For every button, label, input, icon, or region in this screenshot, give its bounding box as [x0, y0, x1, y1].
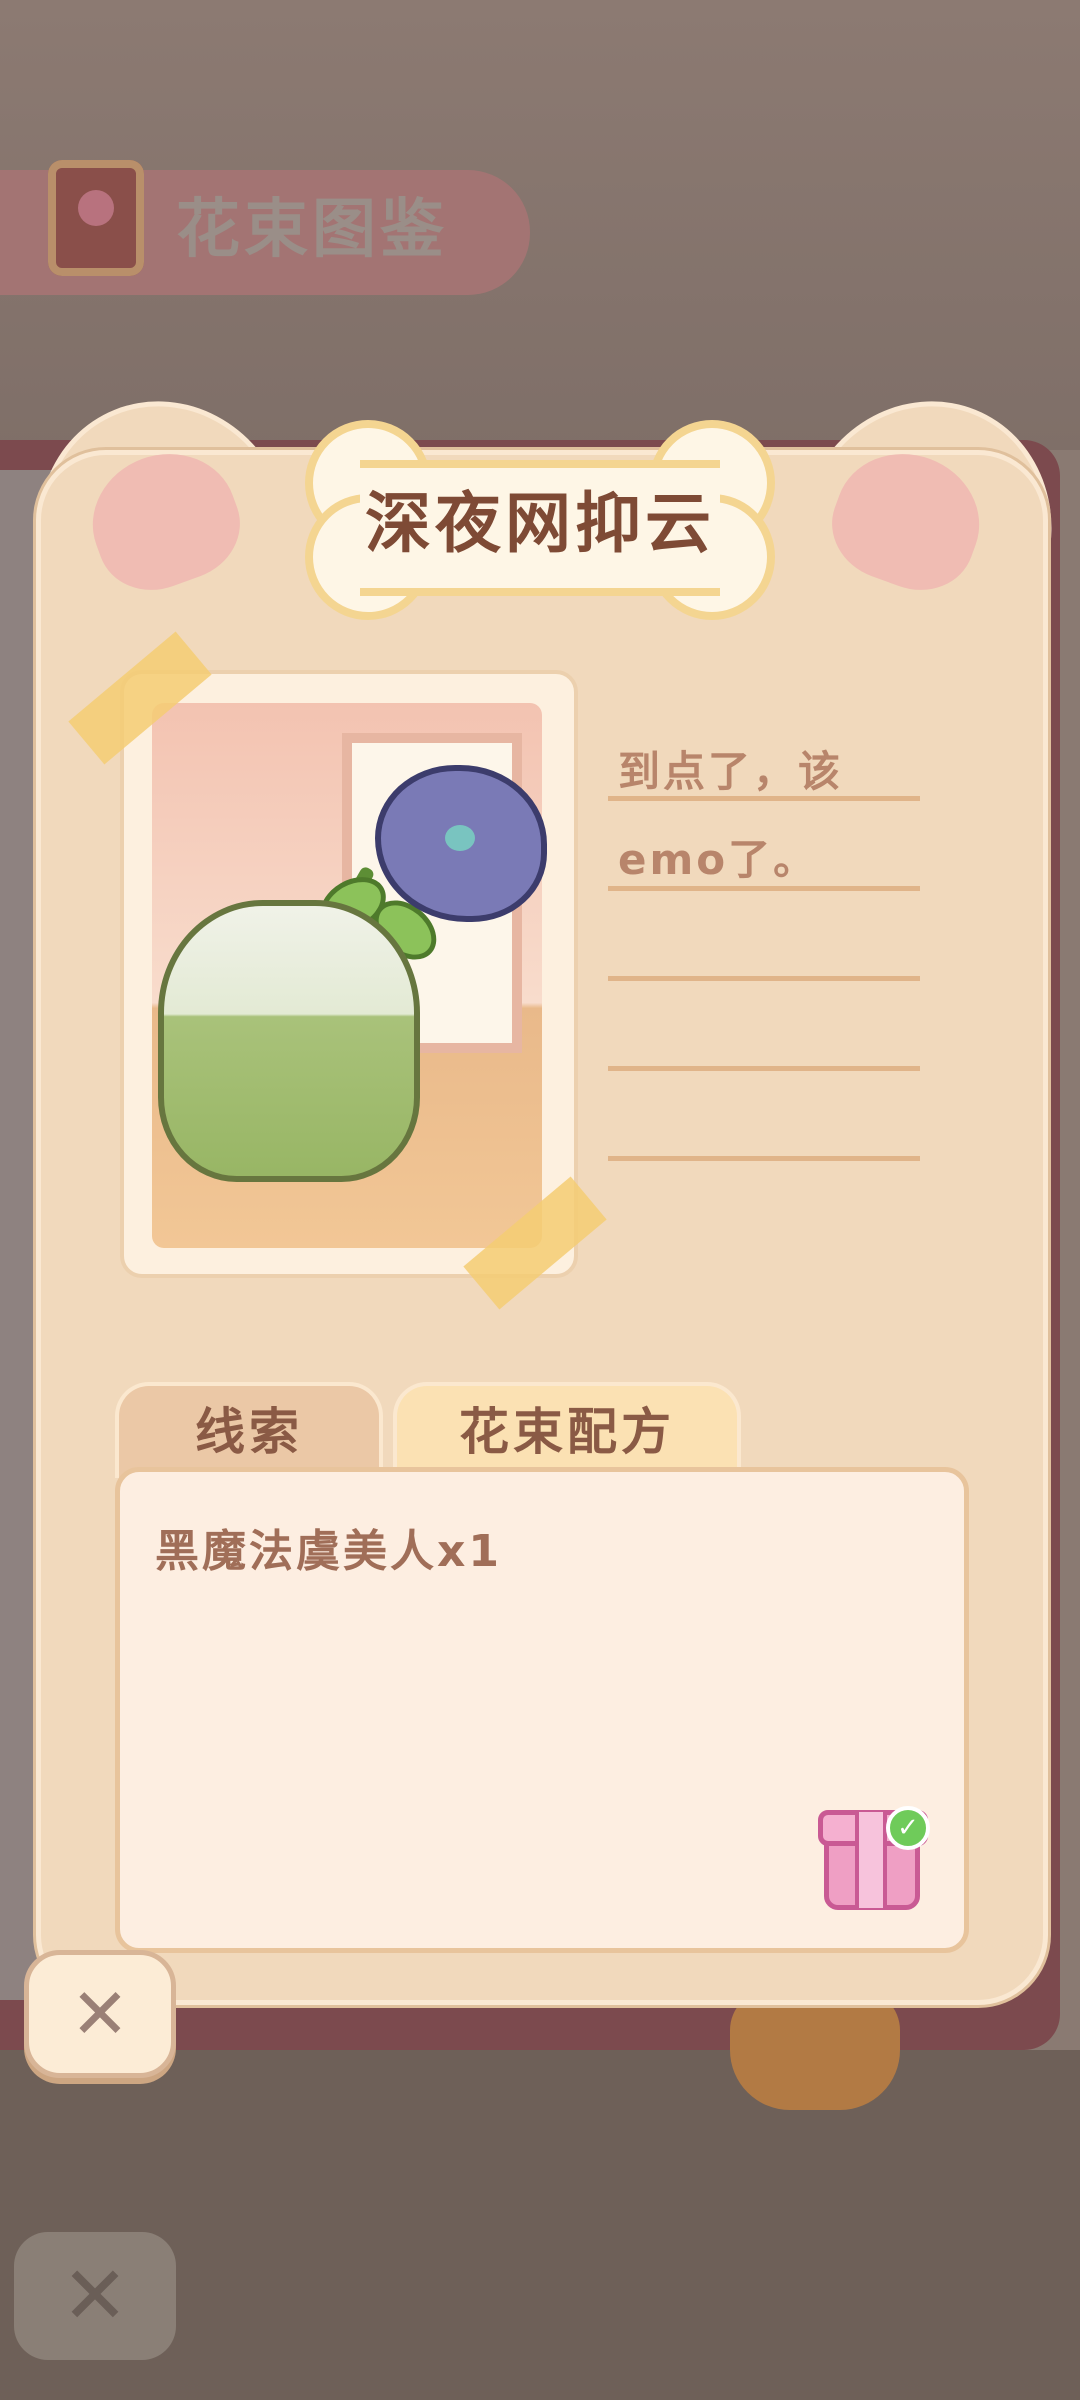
- tab-recipe[interactable]: 花束配方: [393, 1382, 741, 1478]
- background-close-icon: ✕: [61, 2249, 129, 2342]
- note-rule: [608, 886, 920, 891]
- flower-book-icon: [48, 160, 144, 276]
- vase: [158, 900, 420, 1182]
- background-close-button: ✕: [14, 2232, 176, 2360]
- note-rule: [608, 976, 920, 981]
- note-rule: [608, 1156, 920, 1161]
- gift-ribbon: [855, 1812, 887, 1908]
- note-rule: [608, 1066, 920, 1071]
- note-line-2-text: emo了。: [618, 835, 819, 884]
- note-rule: [608, 796, 920, 801]
- note-line-1-text: 到点了，该: [618, 747, 844, 796]
- flower-name-title: 深夜网抑云: [365, 485, 715, 562]
- close-icon: ✕: [70, 1973, 130, 2055]
- recipe-ingredient: 黑魔法虞美人x1: [155, 1526, 502, 1577]
- check-icon: ✓: [886, 1806, 930, 1850]
- tab-clue[interactable]: 线索: [115, 1382, 383, 1478]
- background-title: 花束图鉴: [176, 193, 448, 267]
- close-button[interactable]: ✕: [24, 1950, 176, 2078]
- background-bow: [730, 1990, 900, 2110]
